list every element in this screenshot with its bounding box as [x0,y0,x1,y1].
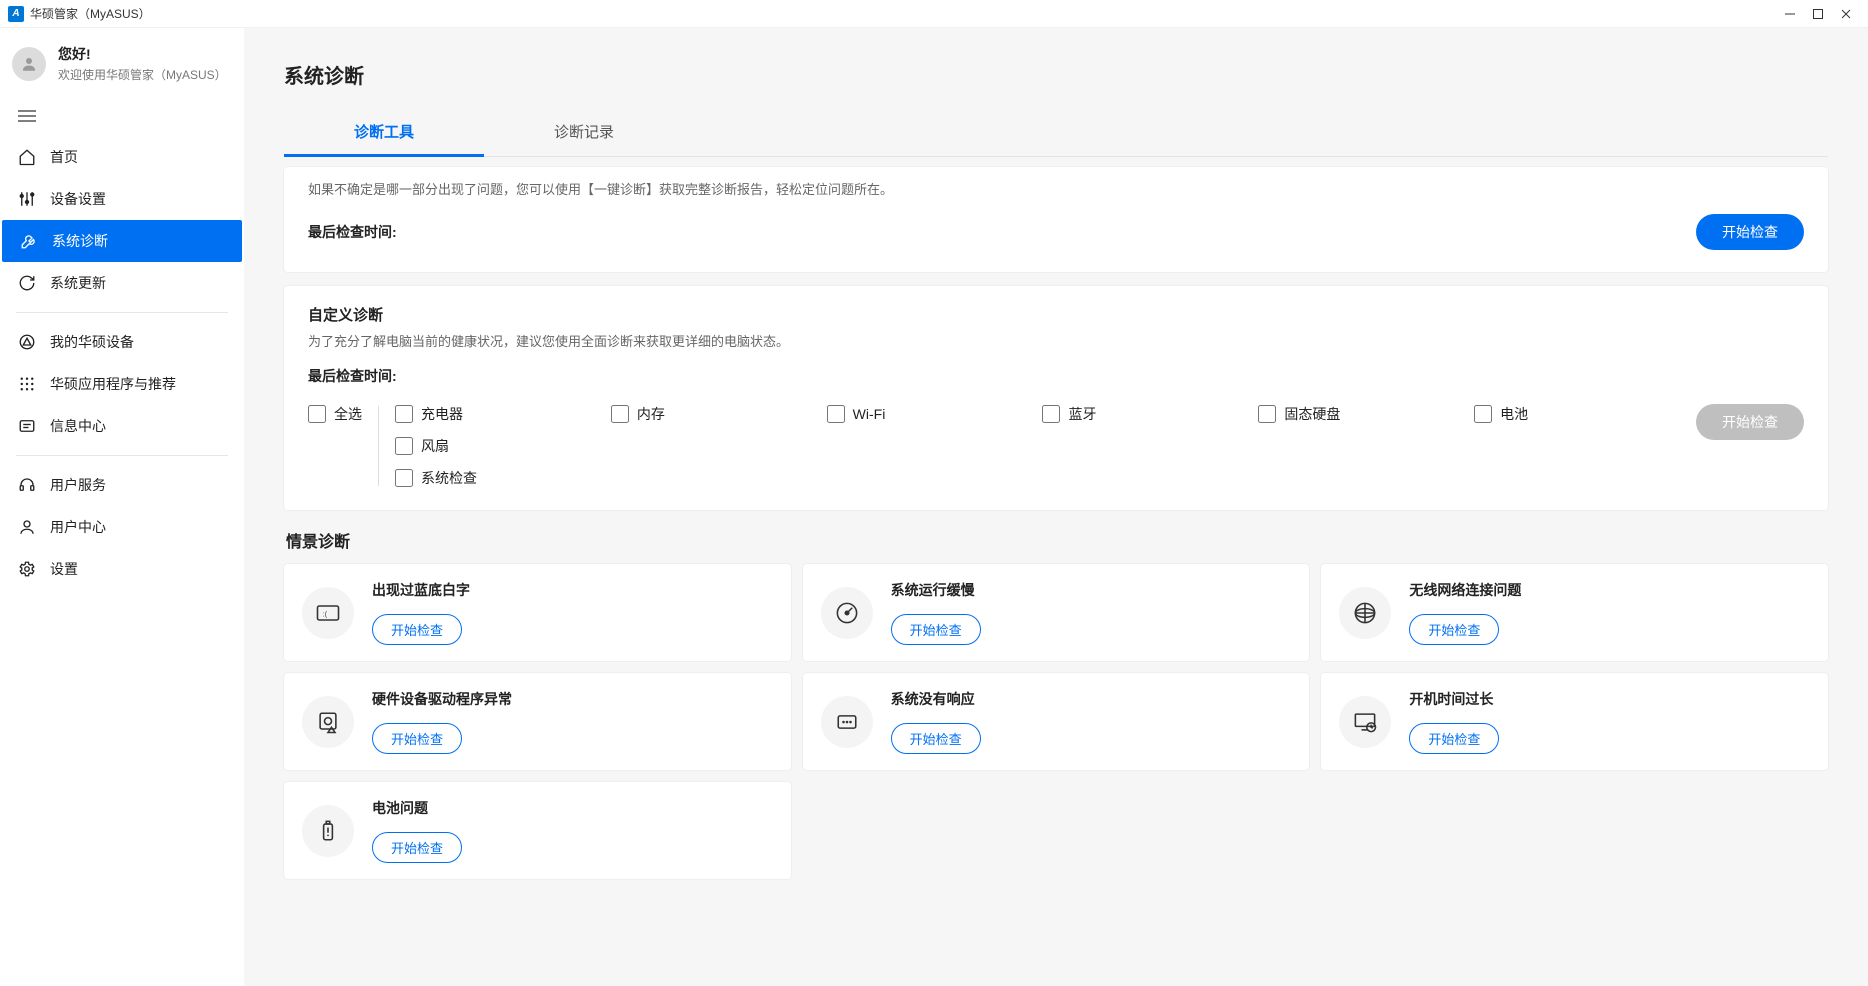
wrench-icon [20,232,38,250]
select-all-checkbox[interactable]: 全选 [308,404,362,424]
maximize-button[interactable] [1804,0,1832,28]
scenario-title-text: 系统没有响应 [891,689,981,709]
app-icon: A [8,6,24,22]
driver-alert-icon [302,696,354,748]
battery-alert-icon [302,805,354,857]
refresh-icon [18,274,36,292]
nav-label: 信息中心 [50,416,106,436]
chk-fan[interactable]: 风扇 [395,436,603,456]
oneclick-desc: 如果不确定是哪一部分出现了问题，您可以使用【一键诊断】获取完整诊断报告，轻松定位… [308,179,1804,198]
scenario-start-button[interactable]: 开始检查 [891,723,981,754]
scenario-start-button[interactable]: 开始检查 [372,614,462,645]
chk-memory[interactable]: 内存 [611,404,819,424]
oneclick-card: 如果不确定是哪一部分出现了问题，您可以使用【一键诊断】获取完整诊断报告，轻松定位… [284,167,1828,272]
sidebar: 您好! 欢迎使用华硕管家（MyASUS） 首页 设备设置 系统诊断 系统更新 我… [0,28,244,986]
nav-my-devices[interactable]: 我的华硕设备 [0,321,244,363]
chk-syscheck[interactable]: 系统检查 [395,468,603,488]
dots-icon [821,696,873,748]
nav-settings[interactable]: 设置 [0,548,244,590]
scenario-wifi: 无线网络连接问题 开始检查 [1321,564,1828,661]
app-title: 华硕管家（MyASUS） [30,5,151,22]
select-all-label: 全选 [334,404,362,424]
nav-apps[interactable]: 华硕应用程序与推荐 [0,363,244,405]
scenario-title-text: 硬件设备驱动程序异常 [372,689,512,709]
titlebar: A 华硕管家（MyASUS） [0,0,1868,28]
globe-icon [1339,587,1391,639]
custom-last-label: 最后检查时间: [308,366,397,386]
scenario-boot: 开机时间过长 开始检查 [1321,673,1828,770]
scenario-start-button[interactable]: 开始检查 [891,614,981,645]
nav-label: 设置 [50,559,78,579]
scenario-battery: 电池问题 开始检查 [284,782,791,879]
nav-label: 我的华硕设备 [50,332,134,352]
grid-icon [18,375,36,393]
scenario-title-text: 电池问题 [372,798,462,818]
home-icon [18,148,36,166]
nav-label: 用户服务 [50,475,106,495]
chk-bluetooth[interactable]: 蓝牙 [1042,404,1250,424]
scenario-start-button[interactable]: 开始检查 [1409,723,1499,754]
nav-update[interactable]: 系统更新 [0,262,244,304]
chk-battery[interactable]: 电池 [1474,404,1682,424]
bsod-icon: :( [302,587,354,639]
nav-label: 华硕应用程序与推荐 [50,374,176,394]
user-icon [18,518,36,536]
nav-home[interactable]: 首页 [0,136,244,178]
chk-wifi[interactable]: Wi-Fi [827,404,1035,424]
scenario-start-button[interactable]: 开始检查 [372,723,462,754]
nav-label: 系统诊断 [52,231,108,251]
scenario-slow: 系统运行缓慢 开始检查 [803,564,1310,661]
oneclick-start-button[interactable]: 开始检查 [1696,214,1804,250]
page-title: 系统诊断 [284,60,1828,89]
scenario-driver: 硬件设备驱动程序异常 开始检查 [284,673,791,770]
menu-toggle[interactable] [0,101,244,136]
scenario-bsod: :( 出现过蓝底白字 开始检查 [284,564,791,661]
nav-label: 设备设置 [50,189,106,209]
custom-desc: 为了充分了解电脑当前的健康状况，建议您使用全面诊断来获取更详细的电脑状态。 [308,331,1804,350]
scenario-start-button[interactable]: 开始检查 [372,832,462,863]
nav-label: 用户中心 [50,517,106,537]
scenario-title-text: 系统运行缓慢 [891,580,981,600]
avatar-icon [12,47,46,81]
nav-label: 首页 [50,147,78,167]
scenario-hang: 系统没有响应 开始检查 [803,673,1310,770]
scenario-grid: :( 出现过蓝底白字 开始检查 系统运行缓慢 开始检查 无线网络连接问题 开始检… [284,564,1828,879]
nav-messages[interactable]: 信息中心 [0,405,244,447]
custom-card: 自定义诊断 为了充分了解电脑当前的健康状况，建议您使用全面诊断来获取更详细的电脑… [284,286,1828,510]
chk-charger[interactable]: 充电器 [395,404,603,424]
user-block[interactable]: 您好! 欢迎使用华硕管家（MyASUS） [0,34,244,101]
scenario-title: 情景诊断 [286,528,1828,552]
tab-record[interactable]: 诊断记录 [484,109,684,156]
triangle-icon [18,333,36,351]
nav-device[interactable]: 设备设置 [0,178,244,220]
nav-user-center[interactable]: 用户中心 [0,506,244,548]
scenario-title-text: 无线网络连接问题 [1409,580,1521,600]
gear-icon [18,560,36,578]
nav-service[interactable]: 用户服务 [0,464,244,506]
sliders-icon [18,190,36,208]
minimize-button[interactable] [1776,0,1804,28]
greeting: 您好! [58,44,227,64]
custom-title: 自定义诊断 [308,304,1804,325]
headset-icon [18,476,36,494]
custom-start-button: 开始检查 [1696,404,1804,440]
monitor-clock-icon [1339,696,1391,748]
svg-text::(: :( [323,611,328,618]
welcome-text: 欢迎使用华硕管家（MyASUS） [58,66,227,83]
scenario-title-text: 开机时间过长 [1409,689,1499,709]
nav-diagnosis[interactable]: 系统诊断 [2,220,242,262]
message-icon [18,417,36,435]
tabs: 诊断工具 诊断记录 [284,109,1828,157]
oneclick-last-label: 最后检查时间: [308,222,397,242]
main-content: 系统诊断 诊断工具 诊断记录 如果不确定是哪一部分出现了问题，您可以使用【一键诊… [244,28,1868,986]
scenario-title-text: 出现过蓝底白字 [372,580,470,600]
chk-ssd[interactable]: 固态硬盘 [1258,404,1466,424]
scenario-start-button[interactable]: 开始检查 [1409,614,1499,645]
nav-label: 系统更新 [50,273,106,293]
gauge-icon [821,587,873,639]
tab-tool[interactable]: 诊断工具 [284,109,484,157]
close-button[interactable] [1832,0,1860,28]
